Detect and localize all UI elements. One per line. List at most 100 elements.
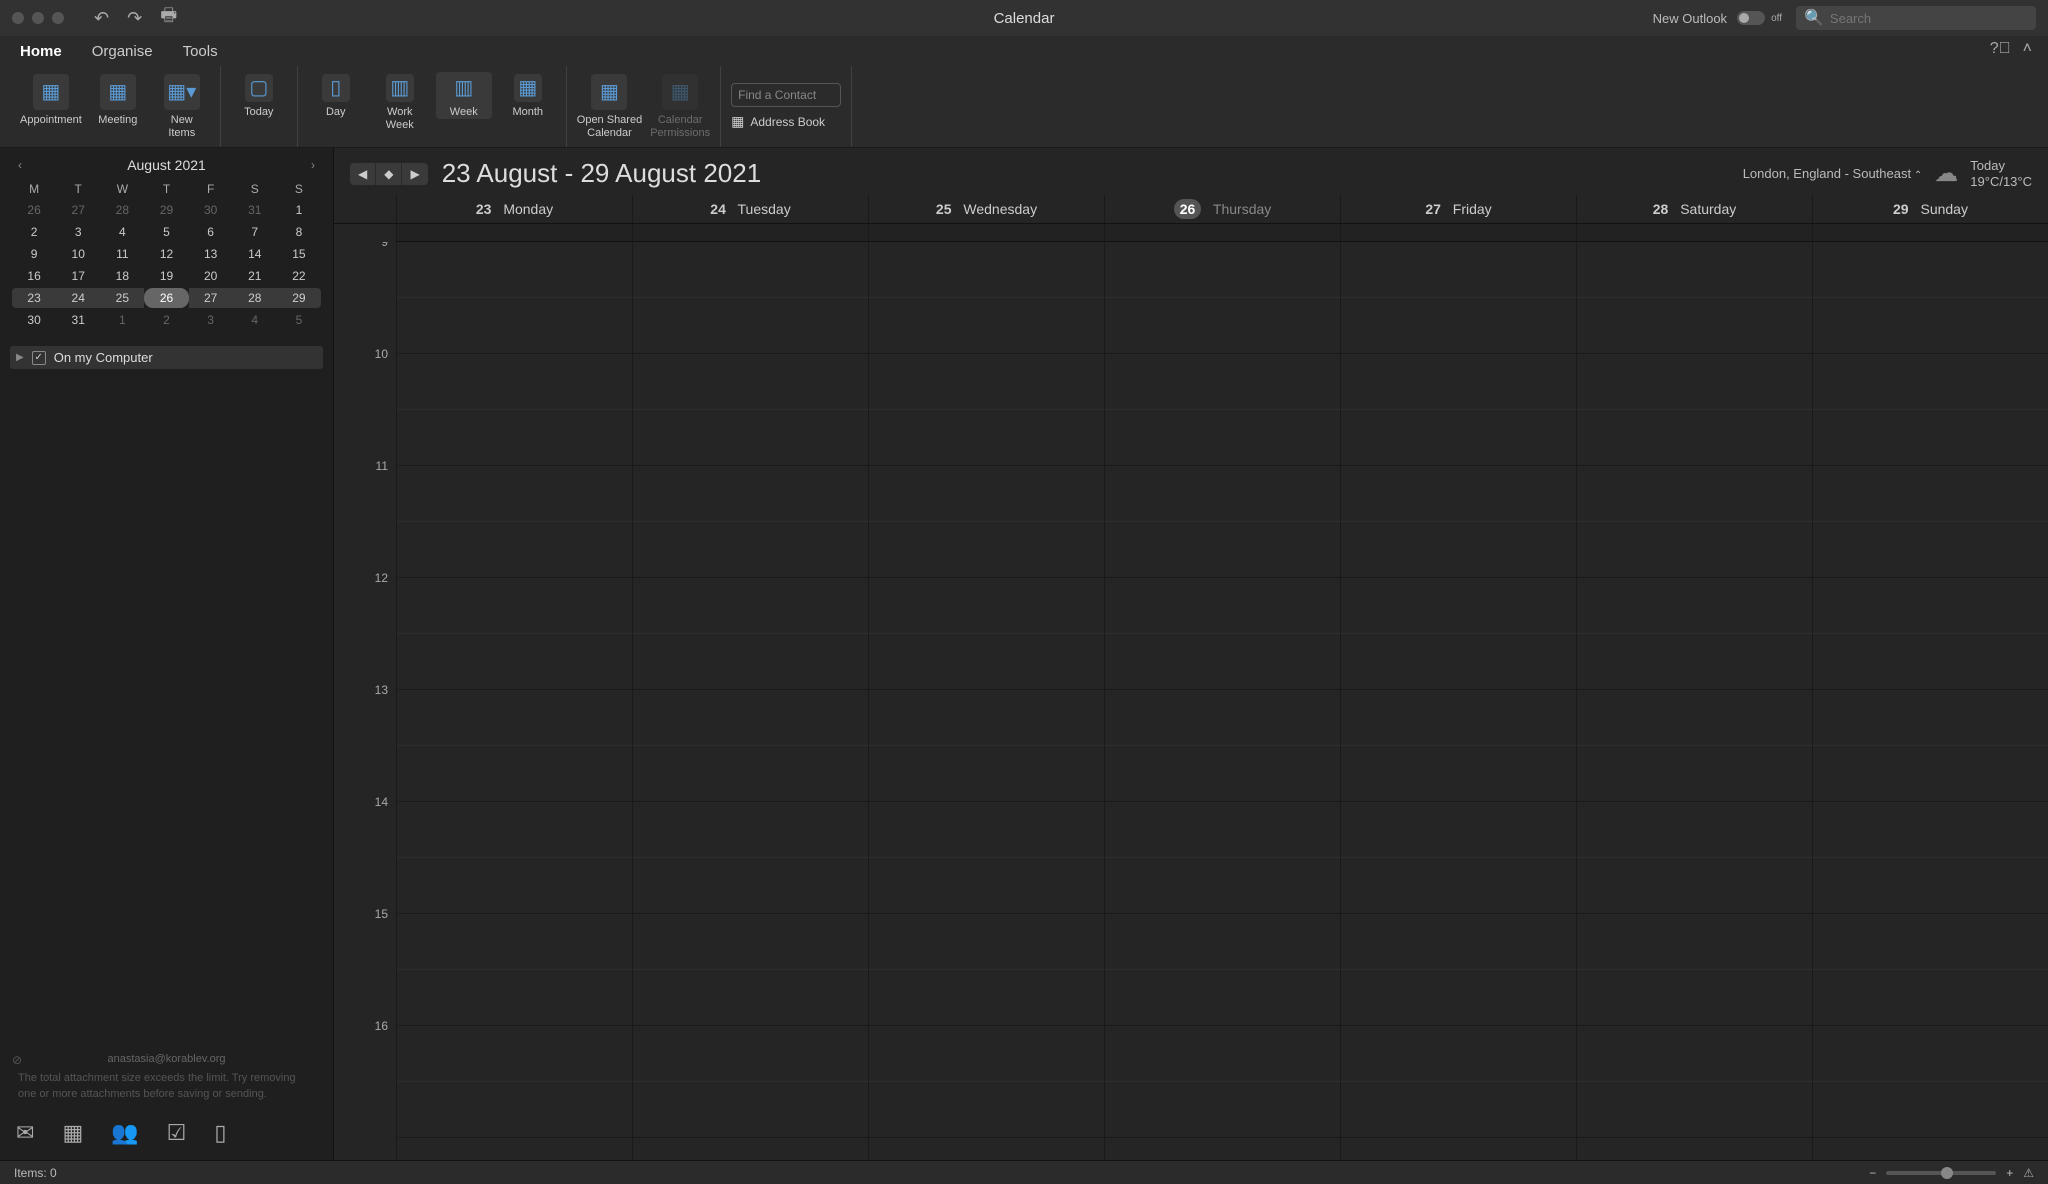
time-slot[interactable] [1105,466,1340,522]
time-slot[interactable] [869,858,1104,914]
time-slot[interactable] [869,578,1104,634]
mini-cal-day[interactable]: 17 [56,266,100,286]
time-slot[interactable] [1105,746,1340,802]
time-slot[interactable] [1813,858,2048,914]
mini-cal-day[interactable]: 9 [12,244,56,264]
address-book-button[interactable]: ▦ Address Book [731,113,825,130]
time-slot[interactable] [1105,410,1340,466]
time-slot[interactable] [1341,466,1576,522]
time-slot[interactable] [633,690,868,746]
mini-cal-day[interactable]: 16 [12,266,56,286]
all-day-row[interactable] [396,224,2048,242]
mini-cal-day[interactable]: 28 [233,288,277,308]
time-slot[interactable] [1577,1026,1812,1082]
time-slot[interactable] [1813,522,2048,578]
time-slot[interactable] [1813,578,2048,634]
mini-calendar-title[interactable]: August 2021 [127,157,206,173]
time-slot[interactable] [1813,298,2048,354]
time-slot[interactable] [397,410,632,466]
all-day-cell[interactable] [1812,224,2048,241]
tasks-icon[interactable]: ☑ [167,1120,187,1146]
dismiss-alert-icon[interactable]: ⊘ [12,1052,22,1069]
time-slot[interactable] [633,578,868,634]
time-slot[interactable] [1341,746,1576,802]
mini-cal-day[interactable]: 26 [144,288,188,308]
time-slot[interactable] [1577,914,1812,970]
tab-organise[interactable]: Organise [92,43,153,66]
day-column[interactable] [632,242,868,1160]
time-slot[interactable] [869,802,1104,858]
time-slot[interactable] [1577,746,1812,802]
time-slot[interactable] [1813,690,2048,746]
mini-cal-day[interactable]: 15 [277,244,321,264]
time-slot[interactable] [1341,354,1576,410]
mini-cal-day[interactable]: 5 [277,310,321,330]
day-column[interactable] [1812,242,2048,1160]
zoom-slider[interactable] [1886,1171,1996,1175]
time-slot[interactable] [1813,410,2048,466]
time-slot[interactable] [397,1082,632,1138]
tab-tools[interactable]: Tools [183,43,218,66]
time-slot[interactable] [397,970,632,1026]
time-slot[interactable] [1577,690,1812,746]
mini-cal-day[interactable]: 12 [144,244,188,264]
month-view-button[interactable]: ▦Month [500,72,556,119]
mini-cal-day[interactable]: 7 [233,222,277,242]
time-slot[interactable] [633,970,868,1026]
mini-cal-day[interactable]: 19 [144,266,188,286]
time-slot[interactable] [869,242,1104,298]
mini-cal-day[interactable]: 2 [144,310,188,330]
day-header[interactable]: 24 Tuesday [632,195,868,223]
time-slot[interactable] [1341,970,1576,1026]
mini-cal-day[interactable]: 27 [56,200,100,220]
time-slot[interactable] [869,1026,1104,1082]
time-slot[interactable] [1577,242,1812,298]
time-slot[interactable] [869,410,1104,466]
time-slot[interactable] [1341,858,1576,914]
mini-cal-day[interactable]: 30 [189,200,233,220]
mini-cal-day[interactable]: 4 [100,222,144,242]
time-slot[interactable] [633,1026,868,1082]
time-slot[interactable] [1577,466,1812,522]
time-slot[interactable] [869,634,1104,690]
next-week-icon[interactable]: ▶ [402,163,427,185]
mini-cal-day[interactable]: 28 [100,200,144,220]
help-icon[interactable]: ?⃝ [1990,40,2011,58]
time-slot[interactable] [397,802,632,858]
day-column[interactable] [1104,242,1340,1160]
new-outlook-toggle[interactable] [1737,11,1765,25]
time-slot[interactable] [633,410,868,466]
mini-cal-day[interactable]: 27 [189,288,233,308]
sidebar-item-on-my-computer[interactable]: ▶ ✓ On my Computer [10,346,323,369]
undo-icon[interactable]: ↶ [94,8,109,29]
time-slot[interactable] [633,466,868,522]
mini-cal-day[interactable]: 23 [12,288,56,308]
time-slot[interactable] [397,522,632,578]
day-header[interactable]: 29 Sunday [1812,195,2048,223]
time-slot[interactable] [869,466,1104,522]
today-button[interactable]: ▢Today [231,72,287,119]
mini-cal-day[interactable]: 1 [277,200,321,220]
day-column[interactable] [868,242,1104,1160]
time-slot[interactable] [633,746,868,802]
time-slot[interactable] [633,1082,868,1138]
mini-cal-day[interactable]: 14 [233,244,277,264]
mini-cal-day[interactable]: 22 [277,266,321,286]
time-slot[interactable] [1105,970,1340,1026]
time-slot[interactable] [633,354,868,410]
redo-icon[interactable]: ↷ [127,8,142,29]
time-slot[interactable] [1813,746,2048,802]
time-slot[interactable] [1105,1026,1340,1082]
time-slot[interactable] [1577,1082,1812,1138]
time-slot[interactable] [397,914,632,970]
calendar-icon[interactable]: ▦ [62,1120,83,1146]
zoom-in-icon[interactable]: + [2006,1166,2013,1180]
search-box[interactable]: 🔍 [1796,6,2036,30]
day-column[interactable] [1576,242,1812,1160]
mini-cal-day[interactable]: 11 [100,244,144,264]
mini-cal-day[interactable]: 10 [56,244,100,264]
mini-cal-day[interactable]: 26 [12,200,56,220]
time-slot[interactable] [1341,1082,1576,1138]
find-contact-input[interactable]: Find a Contact [731,83,841,107]
time-slot[interactable] [1105,522,1340,578]
